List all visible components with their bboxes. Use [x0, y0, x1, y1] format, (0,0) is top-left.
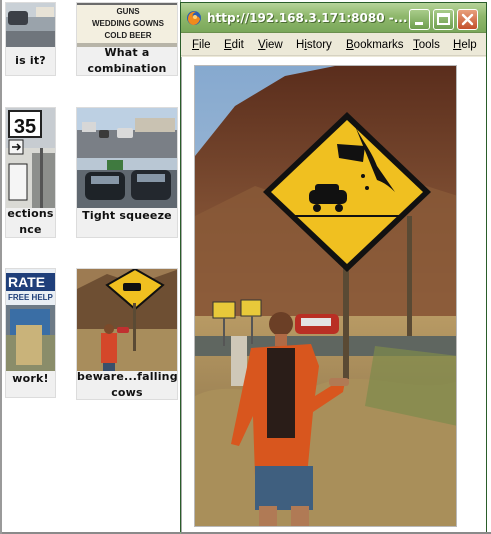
- gallery-item[interactable]: is it?: [5, 2, 56, 76]
- menu-label: elp: [461, 39, 477, 51]
- thumbnail-caption: ections nce: [6, 206, 55, 237]
- sign-line-wedding: WEDDING GOWNS: [92, 19, 165, 28]
- gallery-item[interactable]: 35 ections nce: [5, 107, 56, 238]
- gallery-item[interactable]: GUNS WEDDING GOWNS COLD BEER What a comb…: [76, 2, 178, 76]
- sign-line-beer: COLD BEER: [104, 31, 151, 40]
- page-left-border: [0, 0, 2, 534]
- gallery-item[interactable]: Tight squeeze: [76, 107, 178, 238]
- thumbnail-caption: work!: [6, 369, 55, 397]
- menu-history[interactable]: History: [296, 39, 332, 51]
- thumbnail-caption: is it?: [6, 49, 55, 75]
- thumbnail-caption: beware...falling cows: [77, 369, 178, 399]
- caption-line: What a: [104, 46, 150, 59]
- window-titlebar[interactable]: http://192.168.3.171:8080 -...: [181, 3, 486, 33]
- menu-bookmarks[interactable]: Bookmarks: [346, 39, 404, 51]
- gallery-item[interactable]: beware...falling cows: [76, 268, 178, 400]
- menu-tools[interactable]: Tools: [413, 39, 440, 51]
- thumbnail-image[interactable]: RATE FREE HELP: [6, 269, 55, 371]
- falling-cows-photo: [194, 65, 457, 527]
- route-sign-number: 35: [14, 116, 36, 138]
- maximize-icon: [437, 13, 450, 25]
- menu-file[interactable]: File: [192, 39, 211, 51]
- minimize-icon: [415, 22, 423, 25]
- sign-line-guns: GUNS: [116, 7, 140, 16]
- window-title: http://192.168.3.171:8080 -...: [207, 11, 408, 25]
- menu-label: dit: [231, 39, 244, 51]
- caption-line: ections: [7, 207, 54, 220]
- menu-edit[interactable]: Edit: [224, 39, 244, 51]
- menu-label: iew: [265, 39, 283, 51]
- thumbnail-image[interactable]: GUNS WEDDING GOWNS COLD BEER: [77, 3, 177, 47]
- menu-view[interactable]: View: [258, 39, 283, 51]
- caption-line: work!: [12, 372, 49, 385]
- close-button[interactable]: [457, 9, 478, 30]
- thumbnail-image[interactable]: 35: [6, 108, 55, 208]
- thumbnail-caption: What a combination: [77, 45, 177, 75]
- menu-accel: B: [346, 39, 354, 51]
- minimize-button[interactable]: [409, 9, 430, 30]
- menu-label: ools: [418, 39, 440, 51]
- menu-accel: F: [192, 39, 200, 51]
- popup-content: [181, 57, 486, 532]
- caption-line: Tight squeeze: [82, 209, 172, 222]
- menu-accel: E: [224, 39, 232, 51]
- thumbnail-caption: Tight squeeze: [77, 206, 177, 237]
- menu-bar: File Edit View History Bookmarks Tools H…: [181, 34, 486, 56]
- firefox-icon: [186, 10, 202, 26]
- menu-label: ile: [199, 39, 211, 51]
- caption-line: combination: [87, 62, 167, 75]
- thumbnail-image[interactable]: [77, 108, 177, 208]
- caption-line: is it?: [15, 54, 46, 67]
- caption-line: cows: [111, 386, 143, 399]
- popup-browser-window[interactable]: http://192.168.3.171:8080 -... File Edit…: [180, 2, 487, 532]
- close-icon: [461, 13, 474, 26]
- content-right-margin: [457, 57, 486, 532]
- caption-line: beware...falling: [77, 370, 178, 383]
- gallery-item[interactable]: RATE FREE HELP work!: [5, 268, 56, 398]
- rate-sign-text: RATE: [8, 274, 45, 290]
- thumbnail-image[interactable]: [77, 269, 177, 371]
- maximize-button[interactable]: [433, 9, 454, 30]
- free-help-text: FREE HELP: [8, 293, 54, 302]
- menu-help[interactable]: Help: [453, 39, 477, 51]
- caption-line: nce: [19, 223, 42, 236]
- menu-accel: i: [304, 39, 307, 51]
- menu-label: ookmarks: [353, 39, 404, 51]
- thumbnail-image[interactable]: [6, 3, 55, 47]
